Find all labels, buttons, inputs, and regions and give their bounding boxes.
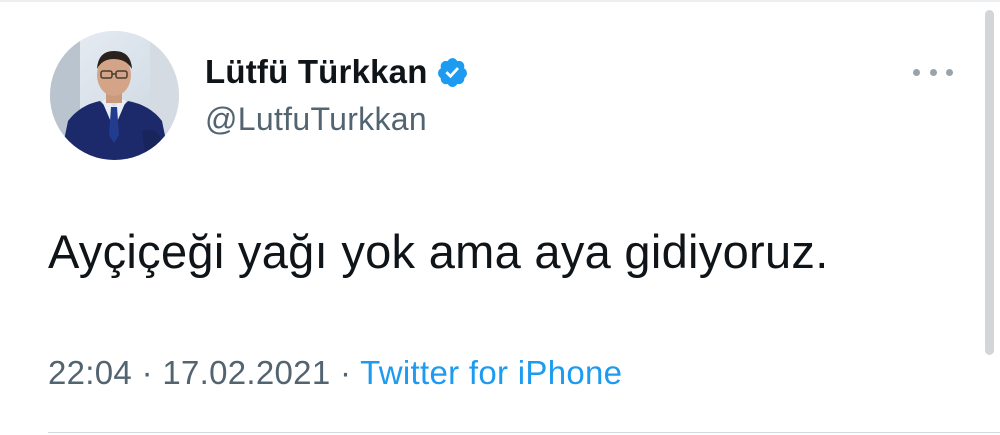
author-display-name[interactable]: Lütfü Türkkan [205,53,428,91]
more-dot [946,68,953,76]
more-dot [913,68,920,76]
verified-badge-icon [436,56,469,89]
avatar[interactable] [50,31,179,160]
tweet-date[interactable]: 17.02.2021 [162,354,330,391]
meta-separator: · [141,354,163,391]
more-horizontal-icon[interactable] [913,60,953,84]
bottom-divider [48,432,1000,433]
author-handle[interactable]: @LutfuTurkkan [205,101,427,138]
scrollbar[interactable] [985,10,994,355]
tweet-source-link[interactable]: Twitter for iPhone [360,354,622,391]
meta-separator: · [339,354,361,391]
top-divider [0,0,1000,2]
more-dot [929,68,937,76]
tweet-meta: 22:04 · 17.02.2021 · Twitter for iPhone [48,354,622,392]
avatar-photo [50,31,179,160]
author-name-row[interactable]: Lütfü Türkkan [205,51,469,93]
tweet-text: Ayçiçeği yağı yok ama aya gidiyoruz. [48,225,829,278]
tweet-time[interactable]: 22:04 [48,354,132,391]
